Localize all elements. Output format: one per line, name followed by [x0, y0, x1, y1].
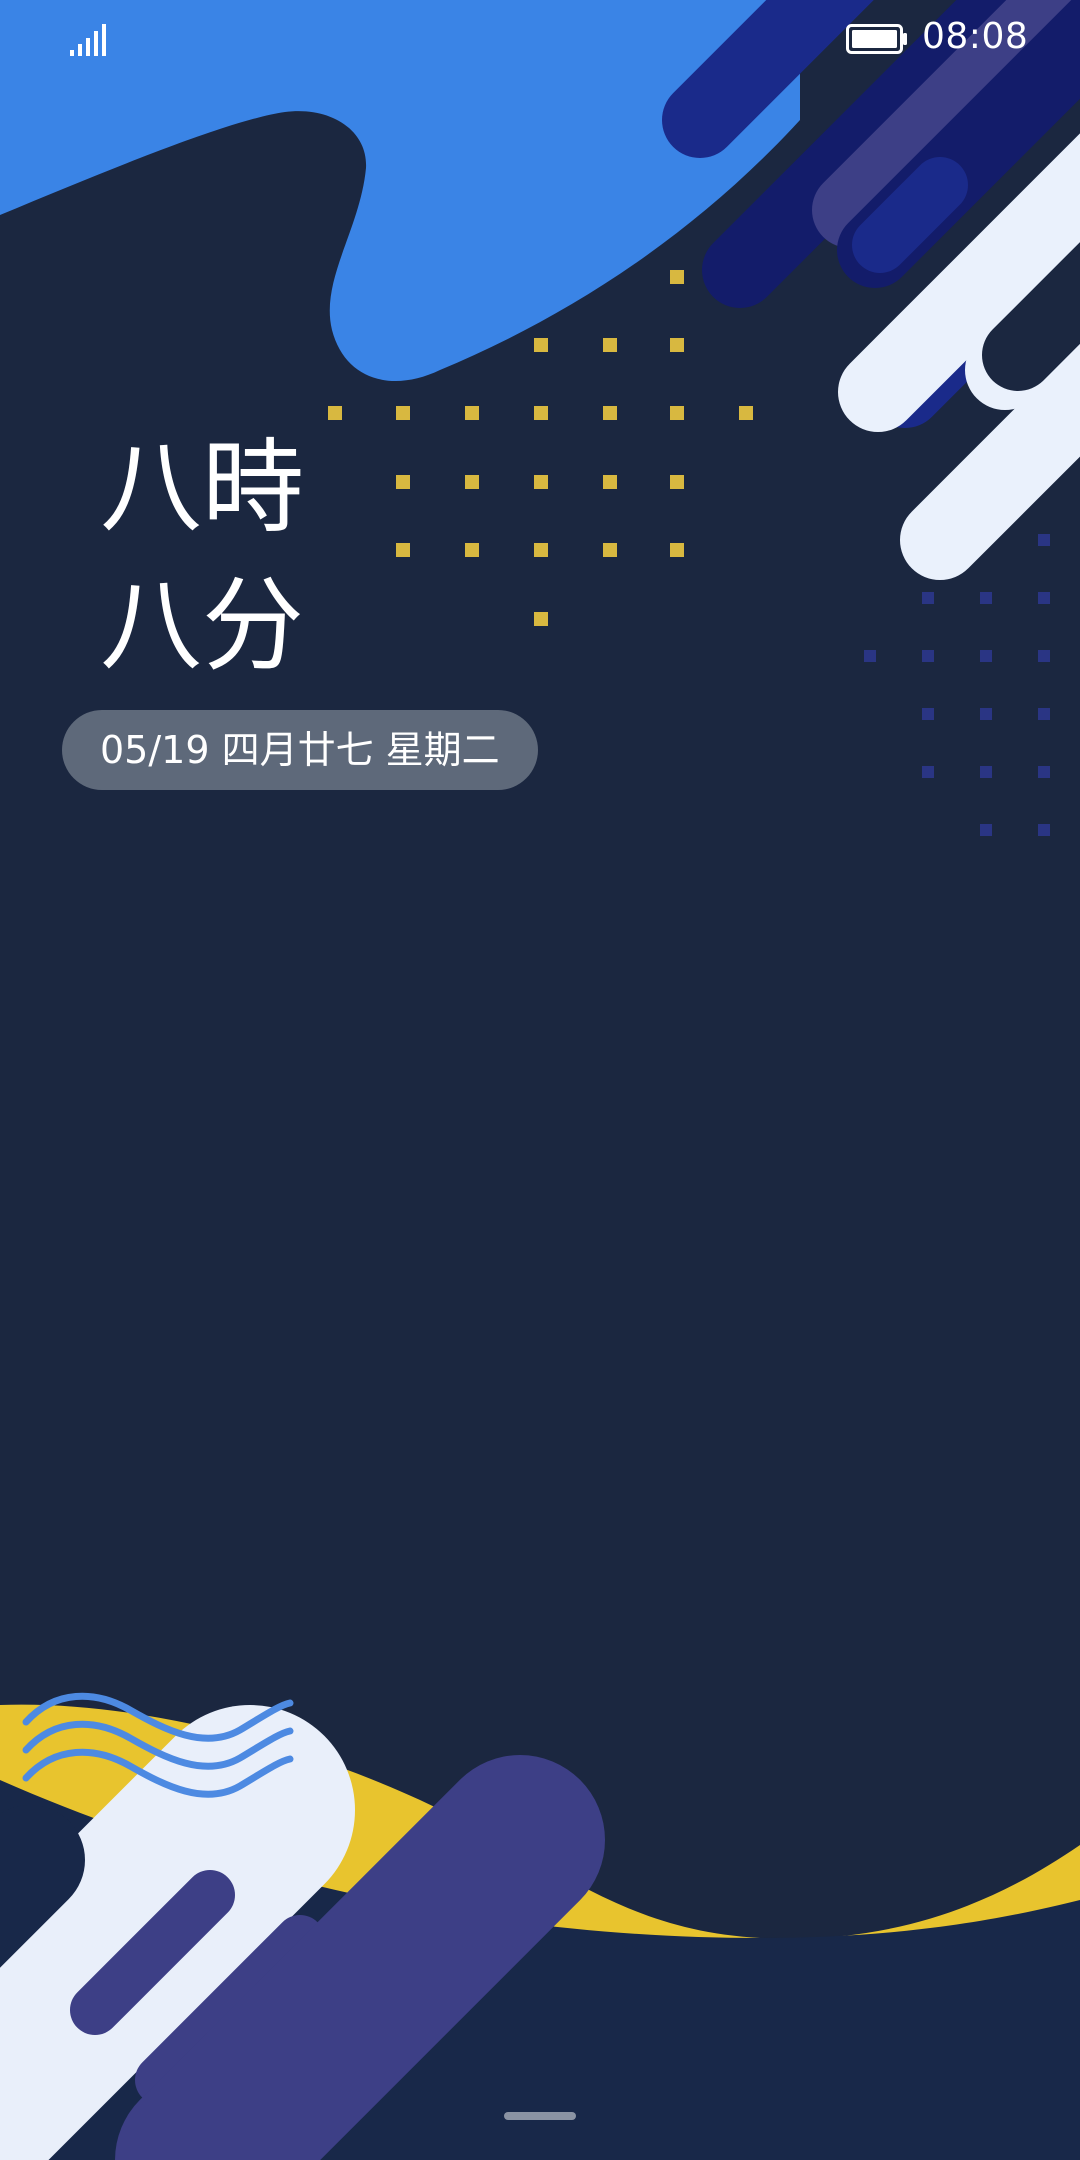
signal-bars-icon	[70, 24, 106, 56]
clock-minute-text: 八分	[100, 567, 304, 686]
clock-hour-text: 八時	[100, 429, 304, 548]
date-pill: 05/19 四月廿七 星期二	[62, 710, 538, 790]
status-time: 08:08	[922, 16, 1029, 57]
wallpaper-background	[0, 0, 1080, 2160]
home-indicator[interactable]	[504, 2112, 576, 2120]
battery-full-icon	[846, 24, 907, 54]
lockscreen-clock: 八時 八分	[100, 420, 304, 696]
status-bar: 08:08	[0, 0, 1080, 80]
